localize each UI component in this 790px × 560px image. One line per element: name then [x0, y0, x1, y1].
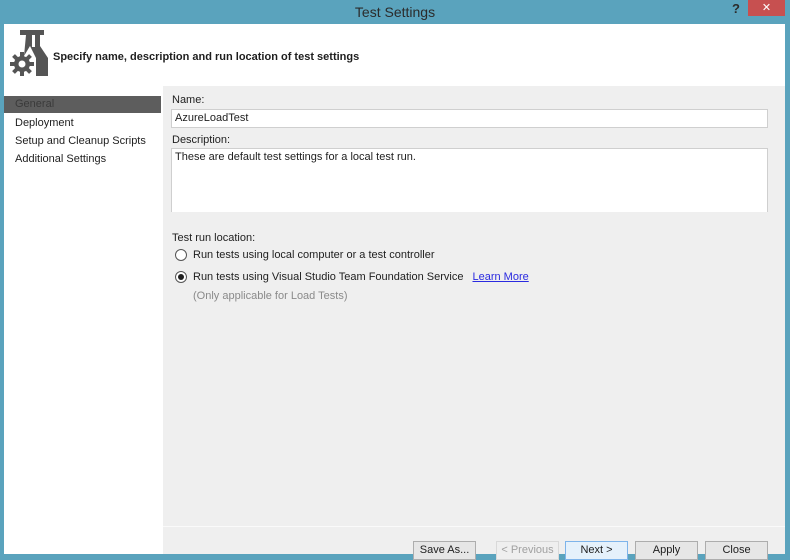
- dialog-header: Specify name, description and run locati…: [4, 24, 785, 86]
- nav-item-additional-settings[interactable]: Additional Settings: [4, 151, 161, 168]
- apply-button[interactable]: Apply: [635, 541, 698, 560]
- radio-button[interactable]: [175, 271, 187, 283]
- nav-item-setup-cleanup-scripts[interactable]: Setup and Cleanup Scripts: [4, 133, 161, 150]
- header-description: Specify name, description and run locati…: [53, 51, 360, 63]
- nav-item-label: General: [15, 98, 55, 110]
- description-label: Description:: [172, 134, 231, 146]
- close-button[interactable]: Close: [705, 541, 768, 560]
- help-button[interactable]: ?: [729, 1, 743, 21]
- name-input[interactable]: AzureLoadTest: [171, 109, 768, 128]
- close-icon: ✕: [761, 2, 772, 14]
- window-close-button[interactable]: ✕: [748, 0, 785, 16]
- radio-local-computer[interactable]: Run tests using local computer or a test…: [175, 248, 435, 262]
- button-bar-separator: [163, 526, 785, 527]
- dialog-client: Specify name, description and run locati…: [4, 24, 785, 560]
- test-settings-flask-gear-icon: [10, 30, 48, 76]
- radio-team-foundation-service[interactable]: Run tests using Visual Studio Team Found…: [175, 270, 529, 284]
- nav-item-label: Additional Settings: [15, 153, 107, 165]
- window-title: Test Settings: [354, 4, 436, 20]
- title-bar: Test Settings ? ✕: [0, 0, 790, 24]
- nav-item-general[interactable]: General: [4, 96, 161, 113]
- load-tests-note: (Only applicable for Load Tests): [193, 290, 348, 302]
- settings-nav: General Deployment Setup and Cleanup Scr…: [4, 86, 163, 554]
- previous-button[interactable]: < Previous: [496, 541, 559, 560]
- nav-item-deployment[interactable]: Deployment: [4, 115, 161, 132]
- learn-more-link[interactable]: Learn More: [472, 271, 528, 283]
- run-location-label: Test run location:: [172, 232, 256, 244]
- nav-item-label: Setup and Cleanup Scripts: [15, 135, 146, 147]
- radio-button[interactable]: [175, 249, 187, 261]
- next-button[interactable]: Next >: [565, 541, 628, 560]
- general-settings-panel: Name: AzureLoadTest Description: These a…: [163, 86, 785, 560]
- save-as-button[interactable]: Save As...: [413, 541, 476, 560]
- radio-label: Run tests using local computer or a test…: [193, 249, 435, 261]
- description-textarea[interactable]: These are default test settings for a lo…: [171, 148, 768, 212]
- name-label: Name:: [172, 94, 205, 106]
- radio-label: Run tests using Visual Studio Team Found…: [193, 271, 464, 283]
- nav-item-label: Deployment: [15, 117, 74, 129]
